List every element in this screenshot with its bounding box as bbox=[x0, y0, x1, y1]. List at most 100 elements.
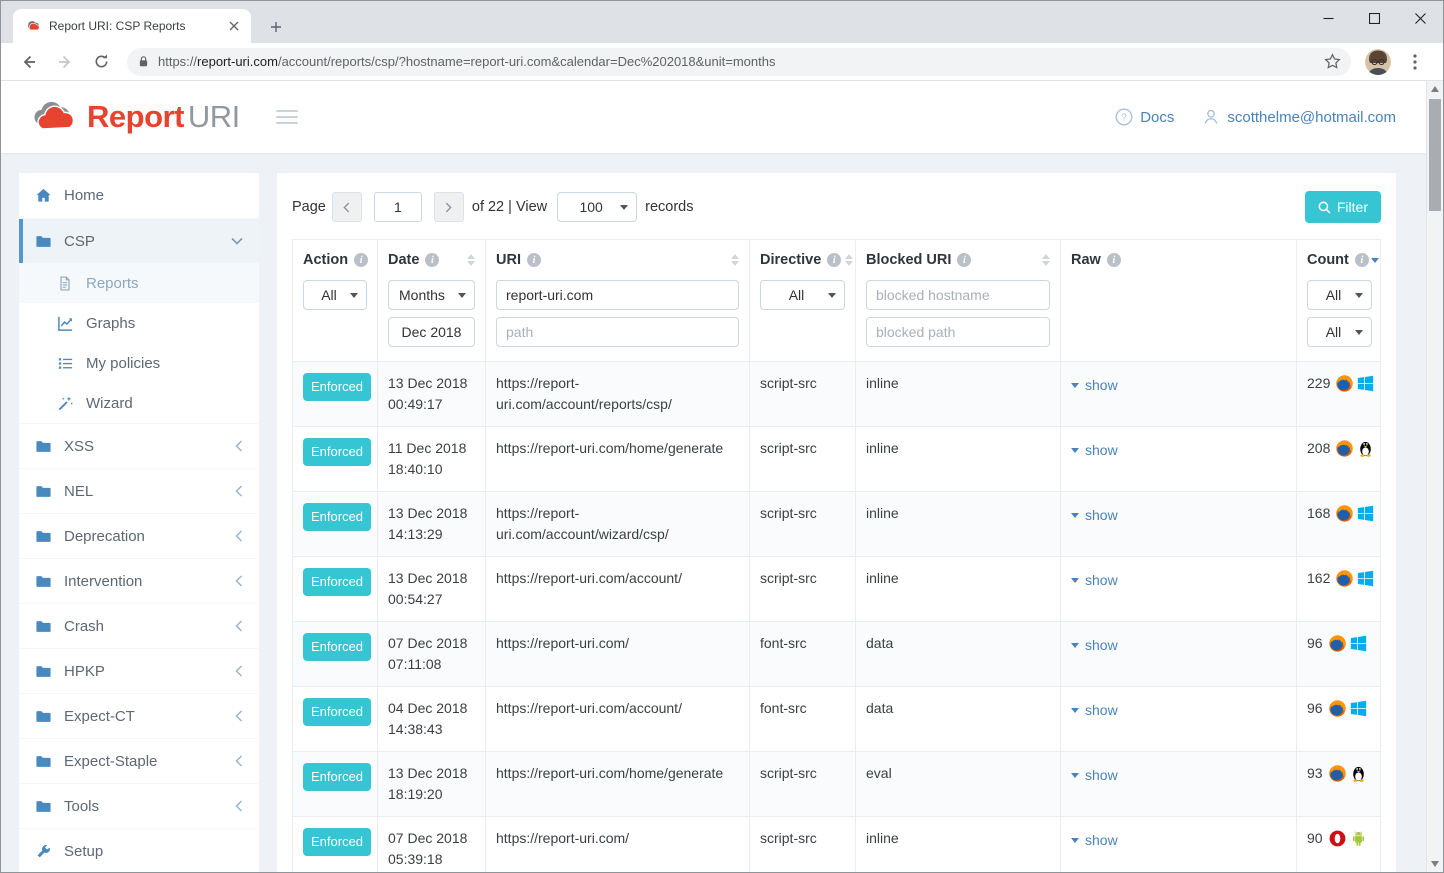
filter-button[interactable]: Filter bbox=[1305, 191, 1381, 223]
forward-icon[interactable] bbox=[51, 48, 79, 76]
directive-cell: font-src bbox=[750, 622, 856, 686]
uri-cell: https://report-uri.com/account/ bbox=[486, 557, 750, 621]
sidebar-item-crash[interactable]: Crash bbox=[19, 603, 259, 648]
show-raw-link[interactable]: show bbox=[1071, 440, 1118, 461]
sort-icon[interactable] bbox=[1038, 254, 1050, 266]
windows-icon bbox=[1350, 635, 1367, 652]
column-header-count[interactable]: Count All All bbox=[1297, 240, 1382, 361]
tab-close-icon[interactable] bbox=[225, 17, 243, 35]
user-icon bbox=[1202, 108, 1220, 126]
info-icon[interactable] bbox=[1355, 253, 1369, 267]
count-cell: 208 bbox=[1297, 427, 1382, 491]
firefox-icon bbox=[1329, 635, 1346, 652]
show-raw-link[interactable]: show bbox=[1071, 830, 1118, 851]
show-raw-link[interactable]: show bbox=[1071, 765, 1118, 786]
info-icon[interactable] bbox=[1107, 253, 1121, 267]
prev-page-button[interactable] bbox=[332, 192, 362, 222]
column-header-date[interactable]: Date Months bbox=[378, 240, 486, 361]
report-uri-logo[interactable]: ReportURI bbox=[31, 99, 240, 135]
show-raw-link[interactable]: show bbox=[1071, 635, 1118, 656]
column-header-action[interactable]: Action All bbox=[293, 240, 378, 361]
sidebar-item-xss[interactable]: XSS bbox=[19, 423, 259, 468]
sidebar-item-label: Expect-CT bbox=[64, 708, 235, 725]
profile-avatar[interactable] bbox=[1365, 49, 1391, 75]
blocked-hostname-input[interactable] bbox=[866, 280, 1050, 310]
sidebar-item-expect-ct[interactable]: Expect-CT bbox=[19, 693, 259, 738]
sidebar-item-graphs[interactable]: Graphs bbox=[19, 303, 259, 343]
site-body: Home CSP Reports Graphs My polici bbox=[1, 153, 1426, 872]
sidebar-item-wizard[interactable]: Wizard bbox=[19, 383, 259, 423]
sidebar-item-my-policies[interactable]: My policies bbox=[19, 343, 259, 383]
count-filter-select-2[interactable]: All bbox=[1307, 317, 1372, 347]
folder-icon bbox=[35, 483, 52, 500]
browser-tab[interactable]: Report URI: CSP Reports bbox=[13, 9, 251, 43]
sidebar-item-label: Reports bbox=[86, 275, 243, 292]
date-cell: 13 Dec 201814:13:29 bbox=[378, 492, 486, 556]
reload-icon[interactable] bbox=[87, 48, 115, 76]
date-unit-select[interactable]: Months bbox=[388, 280, 475, 310]
uri-hostname-input[interactable] bbox=[496, 280, 739, 310]
bookmark-star-icon[interactable] bbox=[1324, 53, 1341, 70]
action-filter-select[interactable]: All bbox=[303, 280, 367, 310]
next-page-button[interactable] bbox=[434, 192, 464, 222]
info-icon[interactable] bbox=[425, 253, 439, 267]
sidebar-item-tools[interactable]: Tools bbox=[19, 783, 259, 828]
date-filter-input[interactable] bbox=[388, 317, 475, 347]
blocked-uri-cell: inline bbox=[856, 362, 1061, 426]
scroll-down-icon[interactable] bbox=[1427, 856, 1443, 872]
sidebar-item-nel[interactable]: NEL bbox=[19, 468, 259, 513]
minimize-button[interactable] bbox=[1305, 1, 1351, 35]
count-filter-select-1[interactable]: All bbox=[1307, 280, 1372, 310]
sidebar-item-hpkp[interactable]: HPKP bbox=[19, 648, 259, 693]
close-button[interactable] bbox=[1397, 1, 1443, 35]
sidebar-item-setup[interactable]: Setup bbox=[19, 828, 259, 872]
action-cell: Enforced bbox=[293, 687, 378, 751]
info-icon[interactable] bbox=[527, 253, 541, 267]
directive-filter-select[interactable]: All bbox=[760, 280, 845, 310]
sidebar-item-deprecation[interactable]: Deprecation bbox=[19, 513, 259, 558]
hamburger-menu-icon[interactable] bbox=[276, 110, 298, 124]
sort-icon[interactable] bbox=[841, 254, 853, 266]
page-scrollbar[interactable] bbox=[1426, 81, 1443, 872]
sidebar-item-expect-staple[interactable]: Expect-Staple bbox=[19, 738, 259, 783]
column-header-directive[interactable]: Directive All bbox=[750, 240, 856, 361]
browser-menu-icon[interactable] bbox=[1401, 48, 1429, 76]
show-raw-link[interactable]: show bbox=[1071, 505, 1118, 526]
scrollbar-thumb[interactable] bbox=[1429, 99, 1441, 211]
browser-titlebar: Report URI: CSP Reports bbox=[1, 1, 1443, 43]
account-link[interactable]: scotthelme@hotmail.com bbox=[1202, 108, 1396, 126]
sidebar-item-intervention[interactable]: Intervention bbox=[19, 558, 259, 603]
show-raw-link[interactable]: show bbox=[1071, 570, 1118, 591]
sidebar-item-reports[interactable]: Reports bbox=[19, 263, 259, 303]
blocked-path-input[interactable] bbox=[866, 317, 1050, 347]
info-icon[interactable] bbox=[827, 253, 841, 267]
action-cell: Enforced bbox=[293, 622, 378, 686]
sort-desc-icon[interactable] bbox=[1371, 258, 1379, 263]
lock-icon bbox=[137, 54, 150, 69]
sort-icon[interactable] bbox=[463, 254, 475, 266]
sidebar-item-home[interactable]: Home bbox=[19, 173, 259, 218]
url-bar[interactable]: https://report-uri.com/account/reports/c… bbox=[127, 48, 1351, 76]
reports-table: Action All Date Months URI bbox=[292, 239, 1381, 872]
maximize-button[interactable] bbox=[1351, 1, 1397, 35]
show-raw-link[interactable]: show bbox=[1071, 700, 1118, 721]
android-icon bbox=[1350, 830, 1367, 847]
uri-cell: https://report-uri.com/home/generate bbox=[486, 427, 750, 491]
info-icon[interactable] bbox=[957, 253, 971, 267]
column-header-blocked-uri[interactable]: Blocked URI bbox=[856, 240, 1061, 361]
new-tab-button[interactable] bbox=[263, 14, 289, 40]
records-per-page-select[interactable]: 100 bbox=[557, 192, 637, 222]
show-raw-link[interactable]: show bbox=[1071, 375, 1118, 396]
back-icon[interactable] bbox=[15, 48, 43, 76]
page-number-input[interactable] bbox=[374, 192, 422, 222]
action-badge: Enforced bbox=[303, 503, 371, 531]
scroll-up-icon[interactable] bbox=[1427, 81, 1443, 97]
uri-path-input[interactable] bbox=[496, 317, 739, 347]
sidebar-item-csp[interactable]: CSP bbox=[19, 218, 259, 263]
column-header-uri[interactable]: URI bbox=[486, 240, 750, 361]
docs-link[interactable]: ? Docs bbox=[1115, 108, 1174, 126]
caret-down-icon bbox=[1071, 773, 1079, 778]
column-header-raw[interactable]: Raw bbox=[1061, 240, 1297, 361]
info-icon[interactable] bbox=[354, 253, 368, 267]
sort-icon[interactable] bbox=[727, 254, 739, 266]
